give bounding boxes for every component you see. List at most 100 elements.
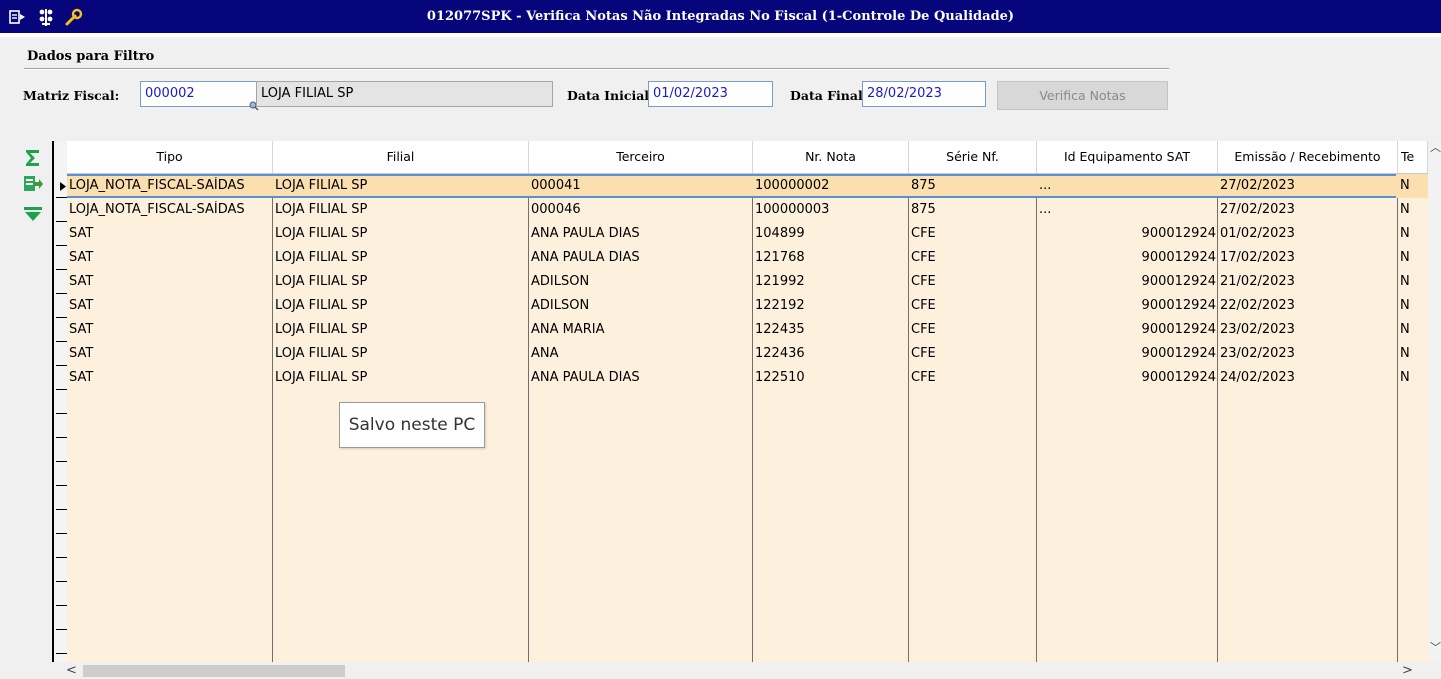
- cell-te[interactable]: N: [1398, 273, 1428, 291]
- cell-tipo[interactable]: LOJA_NOTA_FISCAL-SAÍDAS: [67, 201, 273, 219]
- cell-filial[interactable]: LOJA FILIAL SP: [273, 297, 529, 315]
- table-row[interactable]: SAT LOJA FILIAL SP ANA PAULA DIAS 121768 CFE…: [67, 246, 1428, 270]
- export-icon[interactable]: [22, 174, 44, 194]
- cell-serie[interactable]: CFE: [909, 225, 1037, 243]
- cell-terceiro[interactable]: ANA MARIA: [529, 321, 753, 339]
- cell-te[interactable]: N: [1398, 297, 1428, 315]
- cell-sat[interactable]: 900012924: [1037, 321, 1218, 339]
- cell-nota[interactable]: 100000002: [753, 177, 909, 195]
- scroll-left-icon[interactable]: <: [66, 663, 77, 678]
- data-inicial-field[interactable]: 01/02/2023: [648, 81, 773, 107]
- vertical-scrollbar[interactable]: ︿ ﹀: [1428, 141, 1441, 662]
- cell-serie[interactable]: CFE: [909, 297, 1037, 315]
- table-row[interactable]: LOJA_NOTA_FISCAL-SAÍDAS LOJA FILIAL SP 000…: [67, 174, 1428, 198]
- cell-emissao[interactable]: 27/02/2023: [1218, 201, 1398, 219]
- data-final-field[interactable]: 28/02/2023: [862, 81, 986, 107]
- cell-emissao[interactable]: 17/02/2023: [1218, 249, 1398, 267]
- cell-nota[interactable]: 121768: [753, 249, 909, 267]
- table-row[interactable]: SAT LOJA FILIAL SP ADILSON 122192 CFE 9000129…: [67, 294, 1428, 318]
- cell-filial[interactable]: LOJA FILIAL SP: [273, 369, 529, 387]
- column-header-nr-nota[interactable]: Nr. Nota: [753, 141, 909, 173]
- scroll-down-icon[interactable]: ﹀: [1430, 639, 1441, 655]
- cell-serie[interactable]: CFE: [909, 273, 1037, 291]
- cell-terceiro[interactable]: ANA: [529, 345, 753, 363]
- cell-filial[interactable]: LOJA FILIAL SP: [273, 249, 529, 267]
- cell-te[interactable]: N: [1398, 177, 1428, 195]
- cell-emissao[interactable]: 21/02/2023: [1218, 273, 1398, 291]
- cell-tipo[interactable]: SAT: [67, 249, 273, 267]
- cell-emissao[interactable]: 22/02/2023: [1218, 297, 1398, 315]
- cell-tipo[interactable]: SAT: [67, 321, 273, 339]
- horizontal-scrollbar[interactable]: < >: [52, 662, 1441, 679]
- matriz-code-field[interactable]: 000002: [140, 81, 257, 107]
- cell-terceiro[interactable]: ANA PAULA DIAS: [529, 225, 753, 243]
- horizontal-scroll-thumb[interactable]: [83, 665, 345, 677]
- cell-nota[interactable]: 121992: [753, 273, 909, 291]
- cell-tipo[interactable]: LOJA_NOTA_FISCAL-SAÍDAS: [67, 177, 273, 195]
- column-header-serie[interactable]: Série Nf.: [909, 141, 1037, 173]
- table-row[interactable]: SAT LOJA FILIAL SP ANA MARIA 122435 CFE 90001…: [67, 318, 1428, 342]
- cell-tipo[interactable]: SAT: [67, 369, 273, 387]
- cell-te[interactable]: N: [1398, 345, 1428, 363]
- cell-filial[interactable]: LOJA FILIAL SP: [273, 201, 529, 219]
- cell-nota[interactable]: 122436: [753, 345, 909, 363]
- table-row[interactable]: SAT LOJA FILIAL SP ANA PAULA DIAS 122510 CFE…: [67, 366, 1428, 390]
- cell-terceiro[interactable]: ADILSON: [529, 273, 753, 291]
- cell-nota[interactable]: 122435: [753, 321, 909, 339]
- cell-nota[interactable]: 122192: [753, 297, 909, 315]
- cell-te[interactable]: N: [1398, 225, 1428, 243]
- cell-tipo[interactable]: SAT: [67, 297, 273, 315]
- cell-te[interactable]: N: [1398, 321, 1428, 339]
- table-row[interactable]: SAT LOJA FILIAL SP ADILSON 121992 CFE 9000129…: [67, 270, 1428, 294]
- cell-terceiro[interactable]: ADILSON: [529, 297, 753, 315]
- cell-nota[interactable]: 122510: [753, 369, 909, 387]
- cell-terceiro[interactable]: ANA PAULA DIAS: [529, 369, 753, 387]
- cell-serie[interactable]: CFE: [909, 345, 1037, 363]
- cell-tipo[interactable]: SAT: [67, 273, 273, 291]
- cell-sat[interactable]: 900012924: [1037, 297, 1218, 315]
- cell-sat[interactable]: 900012924: [1037, 249, 1218, 267]
- scroll-up-icon[interactable]: ︿: [1430, 141, 1441, 155]
- cell-te[interactable]: N: [1398, 201, 1428, 219]
- cell-emissao[interactable]: 27/02/2023: [1218, 177, 1398, 195]
- cell-sat[interactable]: 900012924: [1037, 345, 1218, 363]
- cell-sat[interactable]: 900012924: [1037, 273, 1218, 291]
- table-row[interactable]: SAT LOJA FILIAL SP ANA PAULA DIAS 104899 CFE…: [67, 222, 1428, 246]
- cell-emissao[interactable]: 23/02/2023: [1218, 345, 1398, 363]
- cell-emissao[interactable]: 01/02/2023: [1218, 225, 1398, 243]
- cell-serie[interactable]: CFE: [909, 249, 1037, 267]
- cell-terceiro[interactable]: 000041: [529, 177, 753, 195]
- cell-serie[interactable]: 875: [909, 177, 1037, 195]
- column-header-te[interactable]: Te: [1398, 141, 1428, 173]
- cell-emissao[interactable]: 24/02/2023: [1218, 369, 1398, 387]
- column-header-terceiro[interactable]: Terceiro: [529, 141, 753, 173]
- cell-emissao[interactable]: 23/02/2023: [1218, 321, 1398, 339]
- verifica-notas-button[interactable]: Verifica Notas: [997, 81, 1168, 110]
- cell-sat[interactable]: ...: [1037, 201, 1218, 219]
- column-header-tipo[interactable]: Tipo: [67, 141, 273, 173]
- cell-te[interactable]: N: [1398, 369, 1428, 387]
- cell-filial[interactable]: LOJA FILIAL SP: [273, 321, 529, 339]
- cell-sat[interactable]: ...: [1037, 177, 1218, 195]
- notes-grid[interactable]: Tipo Filial Terceiro Nr. Nota Série Nf. …: [52, 141, 1441, 679]
- table-row[interactable]: LOJA_NOTA_FISCAL-SAÍDAS LOJA FILIAL SP 000…: [67, 198, 1428, 222]
- cell-filial[interactable]: LOJA FILIAL SP: [273, 273, 529, 291]
- cell-te[interactable]: N: [1398, 249, 1428, 267]
- cell-sat[interactable]: 900012924: [1037, 369, 1218, 387]
- cell-nota[interactable]: 100000003: [753, 201, 909, 219]
- cell-sat[interactable]: 900012924: [1037, 225, 1218, 243]
- sum-icon[interactable]: [22, 148, 44, 168]
- cell-serie[interactable]: 875: [909, 201, 1037, 219]
- filter-icon[interactable]: [22, 205, 44, 225]
- cell-filial[interactable]: LOJA FILIAL SP: [273, 177, 529, 195]
- column-header-emissao[interactable]: Emissão / Recebimento: [1218, 141, 1398, 173]
- cell-filial[interactable]: LOJA FILIAL SP: [273, 345, 529, 363]
- cell-serie[interactable]: CFE: [909, 321, 1037, 339]
- column-header-filial[interactable]: Filial: [273, 141, 529, 173]
- cell-tipo[interactable]: SAT: [67, 345, 273, 363]
- scroll-right-icon[interactable]: >: [1402, 663, 1413, 678]
- cell-serie[interactable]: CFE: [909, 369, 1037, 387]
- column-header-id-sat[interactable]: Id Equipamento SAT: [1037, 141, 1218, 173]
- cell-terceiro[interactable]: 000046: [529, 201, 753, 219]
- cell-terceiro[interactable]: ANA PAULA DIAS: [529, 249, 753, 267]
